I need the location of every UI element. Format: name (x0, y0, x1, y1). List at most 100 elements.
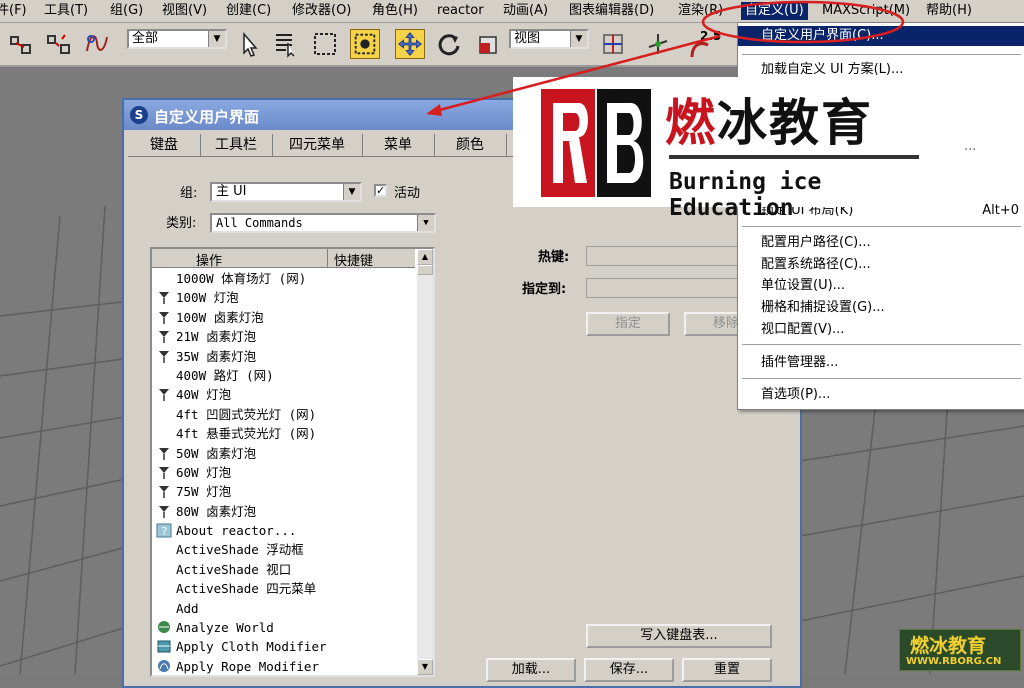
menu-item-label: 首选项(P)... (761, 387, 831, 402)
pivot-center-icon[interactable] (598, 29, 628, 59)
link-icon[interactable] (6, 29, 36, 59)
scroll-up-icon[interactable]: ▲ (417, 249, 433, 265)
menu-item-viewport-config[interactable]: 视口配置(V)... (738, 320, 1024, 340)
menu-item-label: 加载自定义 UI 方案(L)... (761, 62, 904, 77)
menu-modifiers[interactable]: 修改器(O) (292, 2, 351, 20)
list-item[interactable]: 400W 路灯 (网) (152, 366, 415, 385)
menu-item-grid-snap-settings[interactable]: 栅格和捕捉设置(G)... (738, 298, 1024, 318)
lamp-icon (159, 505, 169, 518)
list-item[interactable]: Apply Cloth Modifier (152, 637, 415, 656)
menu-character[interactable]: 角色(H) (372, 2, 418, 20)
menu-views[interactable]: 视图(V) (162, 2, 207, 20)
tab-menus[interactable]: 菜单 (362, 134, 435, 156)
list-item[interactable]: 1000W 体育场灯 (网) (152, 269, 415, 288)
chevron-down-icon: ▼ (417, 215, 434, 231)
window-crossing-icon[interactable] (350, 29, 380, 59)
list-item-label: 100W 灯泡 (176, 290, 239, 306)
column-shortcut[interactable]: 快捷键 (334, 250, 373, 269)
menu-reactor[interactable]: reactor (437, 2, 484, 20)
move-icon[interactable] (395, 29, 425, 59)
lamp-icon (159, 311, 169, 324)
menu-customize[interactable]: 自定义(U) (741, 2, 808, 20)
list-item[interactable]: Apply Rope Modifier (152, 657, 415, 675)
select-arrow-icon[interactable] (234, 29, 264, 59)
brand-english: Burning ice Education (669, 169, 822, 221)
list-item[interactable]: ? About reactor... (152, 521, 415, 540)
brand-rule (669, 155, 919, 159)
tab-colors[interactable]: 颜色 (434, 134, 507, 156)
list-scrollbar[interactable]: ▲ ▼ (417, 249, 433, 675)
list-item[interactable]: ActiveShade 四元菜单 (152, 579, 415, 598)
menu-help[interactable]: 帮助(H) (926, 2, 972, 20)
list-item[interactable]: 4ft 悬垂式荧光灯 (网) (152, 424, 415, 443)
list-item-label: ActiveShade 浮动框 (176, 542, 304, 558)
bind-spacewarp-icon[interactable] (82, 29, 112, 59)
list-item-label: 35W 卤素灯泡 (176, 348, 257, 364)
active-checkbox[interactable]: ✓ (374, 184, 387, 197)
lamp-icon (159, 331, 169, 344)
badge-url: WWW.RBORG.CN (906, 656, 1002, 667)
chevron-down-icon: ▼ (570, 31, 587, 47)
menu-item-configure-system-paths[interactable]: 配置系统路径(C)... (738, 255, 1024, 275)
scale-icon[interactable] (474, 29, 504, 59)
menu-item-label: 配置用户路径(C)... (761, 235, 871, 250)
rect-select-region-icon[interactable] (310, 29, 340, 59)
tab-quad-menus[interactable]: 四元菜单 (272, 134, 363, 156)
list-item-label: ActiveShade 四元菜单 (176, 581, 317, 597)
menu-tools[interactable]: 工具(T) (44, 2, 88, 20)
save-button[interactable]: 保存... (584, 658, 674, 682)
scroll-thumb[interactable] (417, 265, 433, 275)
column-action[interactable]: 操作 (196, 250, 222, 269)
list-item[interactable]: 35W 卤素灯泡 (152, 347, 415, 366)
list-item[interactable]: 75W 灯泡 (152, 482, 415, 501)
rotate-icon[interactable] (434, 29, 464, 59)
list-item[interactable]: ActiveShade 视口 (152, 560, 415, 579)
menu-item-shortcut: Alt+0 (982, 203, 1019, 218)
assign-button[interactable]: 指定 (586, 312, 670, 336)
list-item[interactable]: 50W 卤素灯泡 (152, 444, 415, 463)
lamp-icon (159, 466, 169, 479)
select-by-name-icon[interactable] (270, 29, 300, 59)
list-item[interactable]: Analyze World (152, 618, 415, 637)
list-item[interactable]: 60W 灯泡 (152, 463, 415, 482)
reset-button[interactable]: 重置 (682, 658, 772, 682)
menu-rendering[interactable]: 渲染(R) (678, 2, 723, 20)
menu-item-configure-user-paths[interactable]: 配置用户路径(C)... (738, 233, 1024, 253)
list-item[interactable]: 4ft 凹圆式荧光灯 (网) (152, 405, 415, 424)
menu-animation[interactable]: 动画(A) (503, 2, 548, 20)
list-item-label: 40W 灯泡 (176, 387, 232, 403)
category-dropdown[interactable]: All Commands ▼ (210, 213, 436, 233)
write-keyboard-chart-button[interactable]: 写入键盘表... (586, 624, 772, 648)
list-item[interactable]: 100W 卤素灯泡 (152, 308, 415, 327)
reference-coord-dropdown[interactable]: 视图 ▼ (509, 29, 589, 49)
menu-create[interactable]: 创建(C) (226, 2, 271, 20)
select-manipulate-icon[interactable] (643, 29, 673, 59)
list-item[interactable]: 80W 卤素灯泡 (152, 502, 415, 521)
menu-item-units-setup[interactable]: 单位设置(U)... (738, 276, 1024, 296)
list-item[interactable]: 21W 卤素灯泡 (152, 327, 415, 346)
menu-group[interactable]: 组(G) (110, 2, 143, 20)
selection-filter-dropdown[interactable]: 全部 ▼ (127, 29, 227, 49)
load-button[interactable]: 加载... (486, 658, 576, 682)
lamp-icon (159, 389, 169, 402)
group-dropdown[interactable]: 主 UI ▼ (210, 182, 362, 202)
action-list[interactable]: 操作 快捷键 1000W 体育场灯 (网) 100W 灯泡 100W 卤素灯泡 21W… (150, 247, 435, 677)
list-item[interactable]: ActiveShade 浮动框 (152, 540, 415, 559)
menu-item-customize-ui[interactable]: 自定义用户界面(C)... (738, 26, 1024, 46)
menu-item-preferences[interactable]: 首选项(P)... (738, 385, 1024, 405)
list-item[interactable]: 40W 灯泡 (152, 385, 415, 404)
menu-item-label: 自定义用户界面(C)... (761, 28, 884, 43)
list-item-label: Apply Rope Modifier (176, 658, 319, 674)
menu-separator (742, 54, 1021, 55)
menu-maxscript[interactable]: MAXScript(M) (822, 2, 910, 20)
tab-toolbars[interactable]: 工具栏 (200, 134, 273, 156)
list-item[interactable]: Add (152, 599, 415, 618)
menu-graph-editors[interactable]: 图表编辑器(D) (569, 2, 654, 20)
tab-keyboard[interactable]: 键盘 (128, 134, 201, 156)
snap-toggle-icon[interactable] (688, 37, 712, 61)
menu-item-plugin-manager[interactable]: 插件管理器... (738, 353, 1024, 373)
menu-file[interactable]: 件(F) (0, 2, 27, 20)
list-item[interactable]: 100W 灯泡 (152, 288, 415, 307)
unlink-icon[interactable] (44, 29, 74, 59)
scroll-down-icon[interactable]: ▼ (417, 659, 433, 675)
